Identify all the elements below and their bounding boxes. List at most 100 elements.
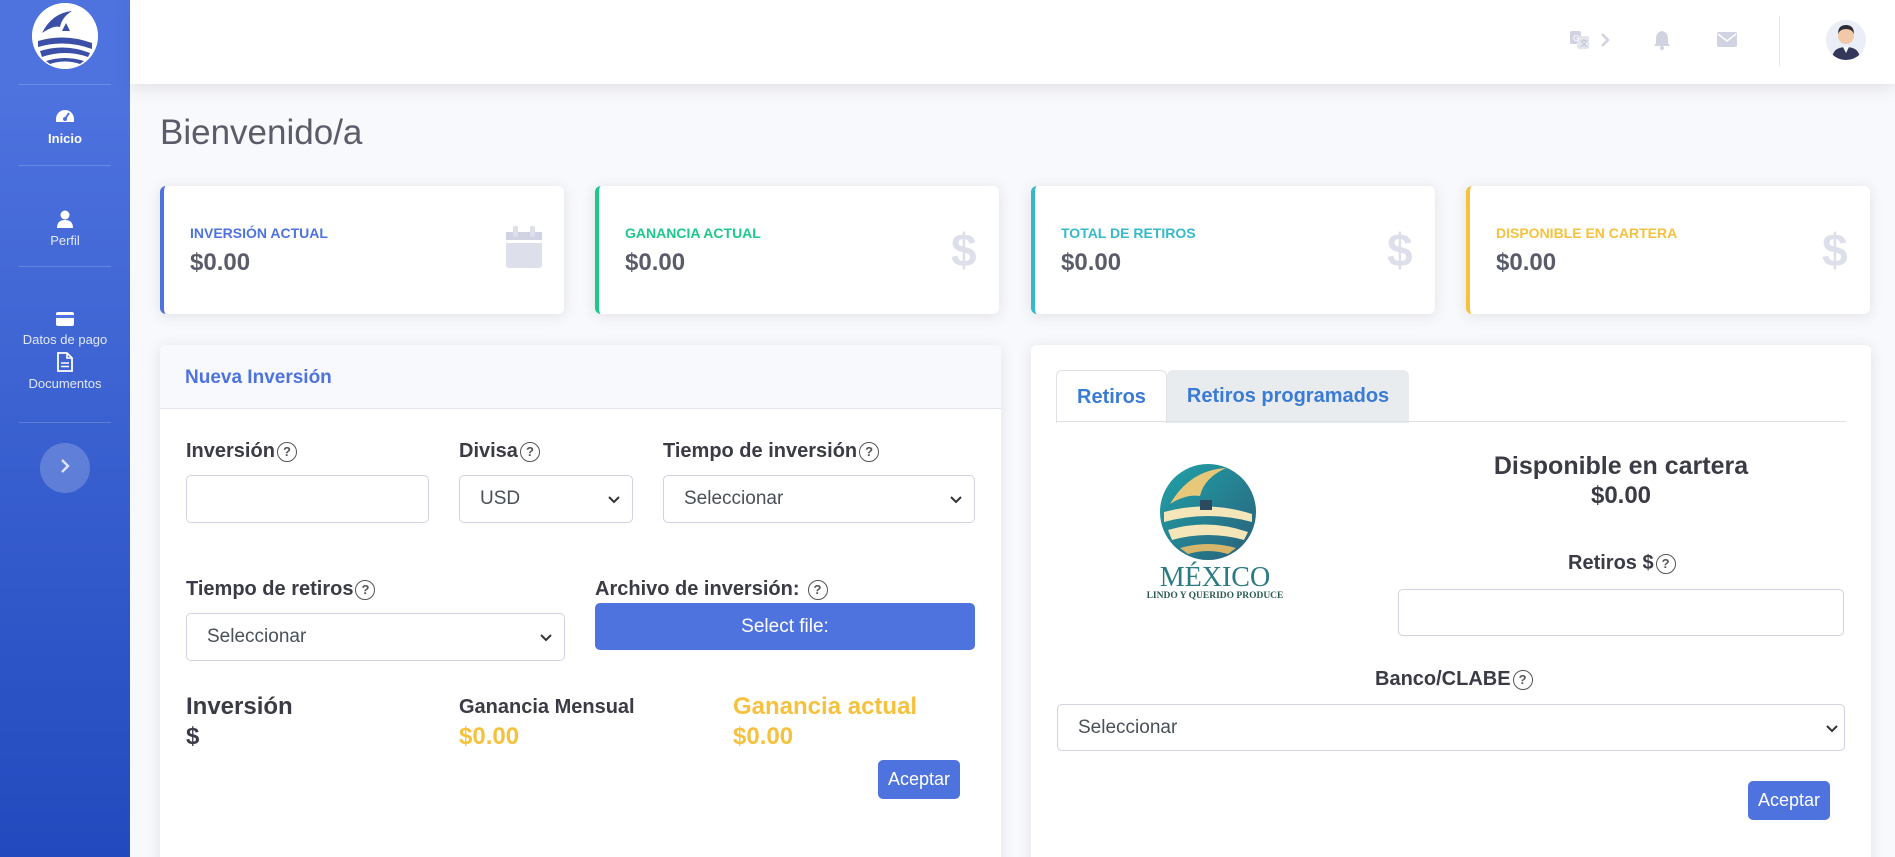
label-text: Banco/CLABE bbox=[1375, 668, 1511, 690]
logo-title: MÉXICO bbox=[1159, 562, 1271, 593]
archivo-inversion-label: Archivo de inversión: ? bbox=[595, 578, 828, 601]
stat-card-total-retiros: Total de retiros $0.00 $ bbox=[1031, 186, 1435, 314]
tiempo-inversion-label: Tiempo de inversión ? bbox=[663, 440, 880, 463]
stat-card-disponible-cartera: Disponible en cartera $0.00 $ bbox=[1466, 186, 1870, 314]
accept-investment-button[interactable]: Aceptar bbox=[878, 760, 960, 799]
chevron-right-icon[interactable] bbox=[1600, 32, 1610, 53]
user-avatar[interactable] bbox=[1826, 20, 1866, 60]
summary-inversion-value: $ bbox=[186, 723, 200, 750]
topbar-divider bbox=[1779, 16, 1780, 66]
bell-icon[interactable] bbox=[1653, 30, 1671, 55]
dollar-icon: $ bbox=[1822, 224, 1848, 277]
chevron-right-icon bbox=[59, 458, 71, 478]
help-icon[interactable]: ? bbox=[807, 579, 828, 600]
banco-clabe-label: Banco/CLABE ? bbox=[1375, 668, 1533, 691]
stat-card-ganancia-actual: Ganancia actual $0.00 $ bbox=[595, 186, 999, 314]
label-text: Tiempo de retiros bbox=[186, 578, 354, 600]
sidebar-divider bbox=[19, 422, 111, 423]
withdrawal-tabs: Retiros Retiros programados bbox=[1056, 370, 1410, 423]
dashboard-gauge-icon bbox=[55, 107, 75, 127]
help-icon[interactable]: ? bbox=[1655, 553, 1676, 574]
label-text: Inversión bbox=[186, 440, 275, 462]
translate-icon[interactable]: G文 bbox=[1570, 30, 1590, 55]
card-header: Nueva Inversión bbox=[160, 345, 1001, 409]
sidebar-item-label: Inicio bbox=[48, 131, 82, 146]
sidebar-toggle-button[interactable] bbox=[40, 443, 90, 493]
svg-text:G: G bbox=[1573, 34, 1579, 43]
help-icon[interactable]: ? bbox=[1512, 669, 1533, 690]
label-text: Archivo de inversión: bbox=[595, 578, 800, 600]
sidebar-brand[interactable] bbox=[0, 0, 130, 84]
inversion-input[interactable] bbox=[186, 475, 429, 523]
stat-label: Total de retiros bbox=[1061, 225, 1196, 241]
select-file-button[interactable]: Select file: bbox=[595, 603, 975, 650]
logo-subtitle: LINDO Y QUERIDO PRODUCE bbox=[1146, 591, 1284, 601]
sidebar-item-label: Datos de pago bbox=[22, 332, 108, 347]
svg-text:$: $ bbox=[1387, 226, 1413, 272]
help-icon[interactable]: ? bbox=[276, 441, 297, 462]
accept-withdrawal-button[interactable]: Aceptar bbox=[1748, 781, 1830, 820]
tiempo-retiros-label: Tiempo de retiros ? bbox=[186, 578, 376, 601]
sidebar-item-perfil[interactable]: Perfil bbox=[0, 166, 130, 266]
topbar: G文 bbox=[130, 0, 1895, 84]
stat-card-inversion-actual: Inversión actual $0.00 bbox=[160, 186, 564, 314]
tabs-divider bbox=[1056, 421, 1846, 422]
mexico-logo: MÉXICO LINDO Y QUERIDO PRODUCE bbox=[1140, 460, 1290, 606]
sidebar-item-datos-de-pago[interactable]: Datos de pago bbox=[0, 267, 130, 347]
retiros-amount-label: Retiros $ ? bbox=[1568, 552, 1676, 575]
sidebar: Inicio Perfil Datos de pago Documentos bbox=[0, 0, 130, 857]
stat-label: Disponible en cartera bbox=[1496, 225, 1678, 241]
new-investment-card: Nueva Inversión Inversión ? Divisa ? USD… bbox=[160, 345, 1001, 857]
available-value: $0.00 bbox=[1590, 482, 1652, 509]
svg-text:$: $ bbox=[1822, 226, 1848, 272]
stat-value: $0.00 bbox=[1061, 249, 1122, 276]
select-value: Seleccionar bbox=[684, 488, 784, 509]
dollar-icon: $ bbox=[951, 224, 977, 277]
help-icon[interactable]: ? bbox=[859, 441, 880, 462]
summary-actual-title: Ganancia actual bbox=[733, 693, 918, 720]
sidebar-item-inicio[interactable]: Inicio bbox=[0, 85, 130, 165]
chevron-down-icon bbox=[540, 629, 552, 645]
credit-card-icon bbox=[55, 310, 75, 328]
help-icon[interactable]: ? bbox=[519, 441, 540, 462]
select-value: Seleccionar bbox=[207, 626, 307, 647]
summary-mensual-value: $0.00 bbox=[459, 723, 520, 750]
calendar-icon bbox=[506, 226, 542, 273]
tiempo-inversion-select[interactable]: Seleccionar bbox=[663, 475, 975, 523]
tab-retiros[interactable]: Retiros bbox=[1056, 370, 1167, 423]
tab-retiros-programados[interactable]: Retiros programados bbox=[1166, 370, 1410, 423]
label-text: Divisa bbox=[459, 440, 518, 462]
summary-mensual-title: Ganancia Mensual bbox=[459, 696, 635, 718]
dollar-icon: $ bbox=[1387, 224, 1413, 277]
select-value: Seleccionar bbox=[1078, 716, 1178, 738]
divisa-select[interactable]: USD bbox=[459, 475, 633, 523]
stat-label: Inversión actual bbox=[190, 225, 328, 241]
brand-logo[interactable] bbox=[32, 3, 98, 69]
chevron-down-icon bbox=[950, 491, 962, 507]
inversion-label: Inversión ? bbox=[186, 440, 297, 463]
svg-text:$: $ bbox=[951, 226, 977, 272]
sidebar-item-label: Documentos bbox=[28, 376, 102, 391]
chevron-down-icon bbox=[1826, 720, 1838, 736]
svg-text:文: 文 bbox=[1580, 38, 1588, 48]
summary-inversion-title: Inversión bbox=[186, 693, 293, 720]
select-value: USD bbox=[480, 488, 521, 509]
document-icon bbox=[55, 352, 75, 372]
sidebar-item-label: Perfil bbox=[50, 233, 80, 248]
help-icon[interactable]: ? bbox=[355, 579, 376, 600]
stat-value: $0.00 bbox=[625, 249, 686, 276]
banco-clabe-select[interactable]: Seleccionar bbox=[1057, 704, 1845, 751]
sidebar-item-documentos[interactable]: Documentos bbox=[0, 347, 130, 422]
divisa-label: Divisa ? bbox=[459, 440, 540, 463]
stat-label: Ganancia actual bbox=[625, 225, 761, 241]
user-icon bbox=[55, 209, 75, 229]
envelope-icon[interactable] bbox=[1717, 32, 1737, 52]
tiempo-retiros-select[interactable]: Seleccionar bbox=[186, 613, 565, 661]
page-title: Bienvenido/a bbox=[160, 113, 363, 152]
retiros-amount-input[interactable] bbox=[1398, 589, 1844, 636]
chevron-down-icon bbox=[608, 491, 620, 507]
stat-value: $0.00 bbox=[1496, 249, 1557, 276]
available-title: Disponible en cartera bbox=[1493, 452, 1749, 480]
label-text: Retiros $ bbox=[1568, 552, 1654, 574]
stat-value: $0.00 bbox=[190, 249, 251, 276]
